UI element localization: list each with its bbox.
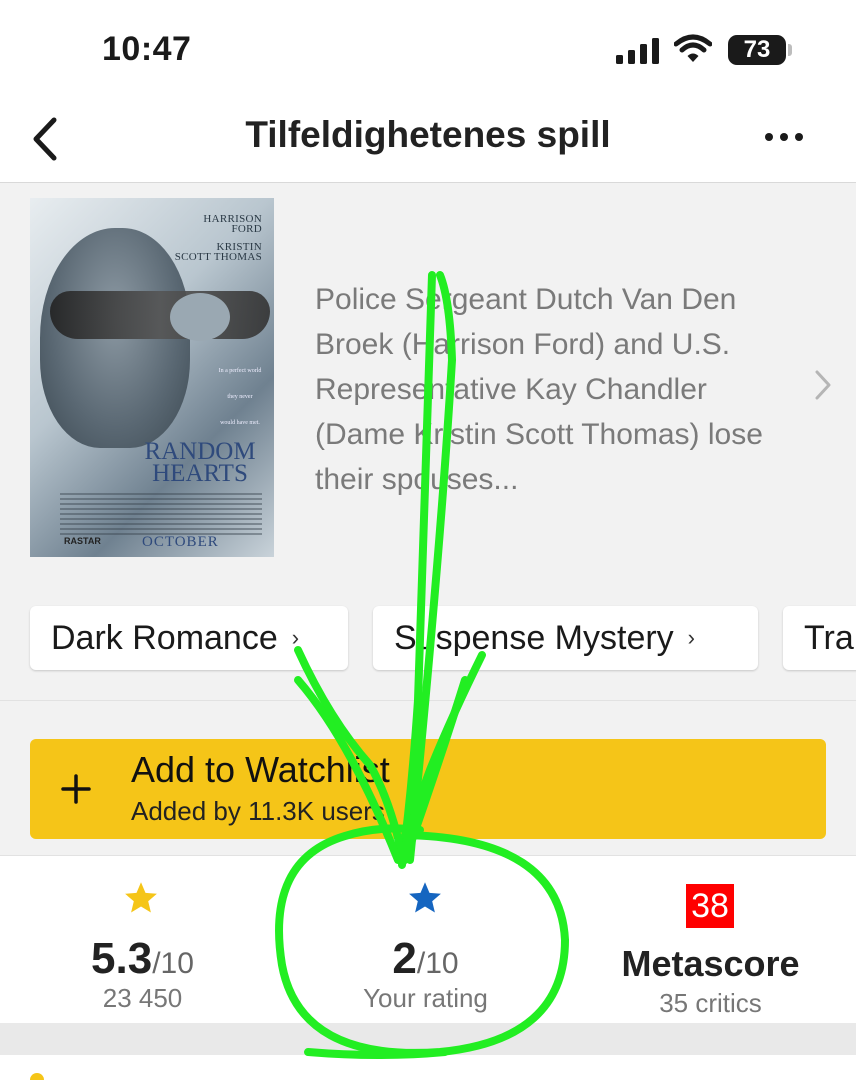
battery-level: 73 — [728, 35, 786, 65]
genre-chip-suspense-mystery[interactable]: Suspense Mystery › — [373, 606, 758, 670]
metascore-label: Metascore — [621, 943, 800, 984]
metascore-badge: 38 — [686, 884, 734, 928]
imdb-votes: 23 450 — [102, 983, 183, 1013]
poster-credits — [60, 493, 262, 535]
more-horizontal-icon[interactable] — [764, 130, 804, 144]
imdb-rating[interactable]: 5.3/10 23 450 — [0, 856, 285, 1024]
metascore-critics: 35 critics — [659, 988, 762, 1018]
chevron-right-icon: › — [291, 625, 300, 650]
section-divider — [0, 1023, 856, 1055]
genre-chip-tra[interactable]: Tra — [783, 606, 856, 670]
star-filled-icon — [409, 882, 441, 913]
your-rating-score: 2/10 — [392, 934, 459, 983]
poster-actor-2: KRISTIN SCOTT THOMAS — [174, 241, 262, 263]
battery-icon: 73 — [728, 35, 792, 65]
page-title: Tilfeldighetenes spill — [245, 114, 611, 155]
title-overview: HARRISON FORD KRISTIN SCOTT THOMAS In a pe… — [0, 183, 856, 703]
plus-icon — [61, 774, 91, 804]
genre-chip-label: Dark Romance — [51, 619, 278, 657]
your-rating-label: Your rating — [363, 983, 488, 1013]
next-section — [0, 1055, 856, 1080]
genre-chip-dark-romance[interactable]: Dark Romance › — [30, 606, 348, 670]
add-to-watchlist-button[interactable]: Add to Watchlist Added by 11.3K users — [30, 739, 826, 839]
watchlist-subtitle: Added by 11.3K users — [131, 796, 385, 826]
metascore[interactable]: 38 Metascore 35 critics — [568, 856, 853, 1024]
poster-release-month: OCTOBER — [142, 534, 219, 550]
plot-synopsis[interactable]: Police Sergeant Dutch Van Den Broek (Har… — [315, 277, 795, 502]
star-icon — [125, 882, 157, 913]
movie-poster[interactable]: HARRISON FORD KRISTIN SCOTT THOMAS In a pe… — [30, 198, 274, 557]
wifi-icon — [674, 34, 712, 62]
nav-bar: Tilfeldighetenes spill — [0, 100, 856, 183]
watchlist-section: Add to Watchlist Added by 11.3K users — [0, 700, 856, 855]
poster-actor-1: HARRISON FORD — [203, 213, 262, 235]
poster-title: RANDOM HEARTS — [144, 438, 256, 487]
chevron-right-icon[interactable] — [813, 369, 833, 401]
watchlist-title: Add to Watchlist — [131, 749, 390, 790]
genre-chip-label: Tra — [804, 619, 854, 657]
your-rating[interactable]: 2/10 Your rating — [283, 856, 568, 1024]
star-icon — [30, 1073, 44, 1080]
ratings-bar: 5.3/10 23 450 2/10 Your rating 38 Metasc… — [0, 855, 856, 1023]
genre-chip-label: Suspense Mystery — [394, 619, 674, 657]
poster-brand: RASTAR — [64, 536, 101, 546]
chevron-right-icon: › — [687, 625, 695, 650]
imdb-score: 5.3/10 — [91, 934, 194, 983]
status-time: 10:47 — [102, 30, 192, 68]
poster-tagline: In a perfect world they never would have… — [218, 368, 262, 426]
status-bar: 10:47 73 — [0, 0, 856, 100]
signal-icon — [616, 38, 659, 64]
